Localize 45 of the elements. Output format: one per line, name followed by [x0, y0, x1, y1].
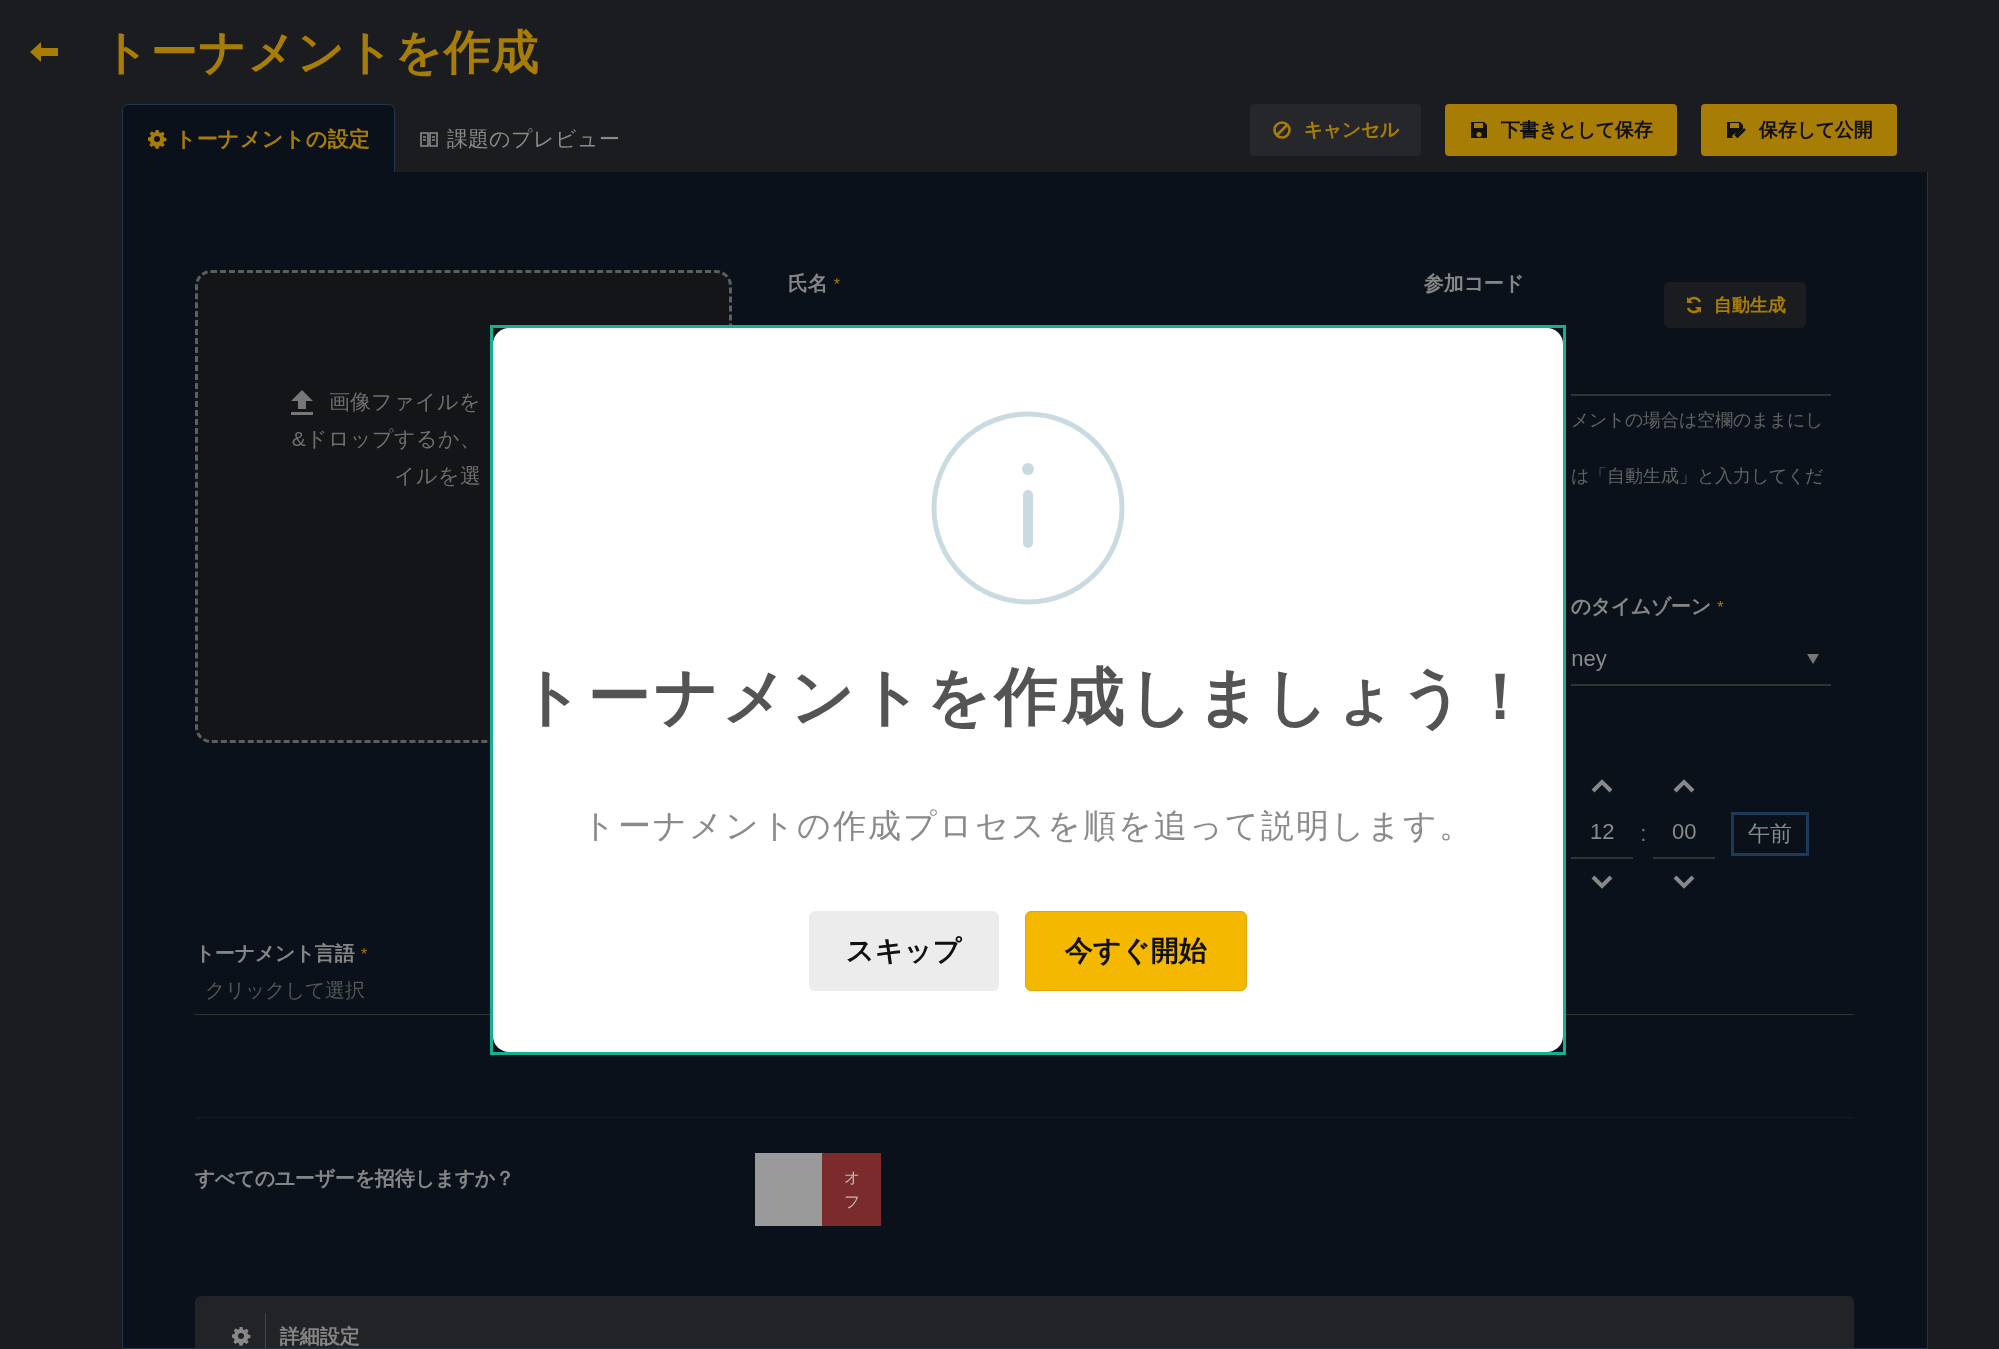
- required-mark: *: [833, 276, 840, 293]
- field-label: 氏名: [787, 272, 828, 294]
- gear-icon: [147, 128, 167, 149]
- required-mark: *: [1717, 599, 1724, 616]
- back-arrow-icon[interactable]: [30, 40, 58, 64]
- save-button[interactable]: 保存して公開: [1701, 104, 1897, 156]
- upload-hint: イルを選: [393, 463, 481, 489]
- field-label: すべてのユーザーを招待しますか？: [195, 1166, 516, 1191]
- cancel-button[interactable]: キャンセル: [1250, 104, 1421, 156]
- tab[interactable]: トーナメントの設定: [122, 104, 395, 172]
- dropdown-arrow-icon: [1807, 654, 1820, 664]
- field-label: のタイムゾーン: [1571, 595, 1712, 617]
- upload-hint: 画像ファイルを: [328, 389, 481, 415]
- help-text: は「自動生成」と入力してくだ: [1571, 465, 1825, 488]
- info-icon: [930, 410, 1126, 606]
- field-label: トーナメント言語: [195, 942, 355, 964]
- required-mark: *: [361, 946, 368, 963]
- chevron-down-icon[interactable]: [1591, 875, 1614, 889]
- chevron-up-icon[interactable]: [1591, 779, 1614, 793]
- upload-icon: [288, 388, 315, 415]
- dialog-message: トーナメントの作成プロセスを順を追って説明します。: [582, 806, 1474, 846]
- tab[interactable]: 課題のプレビュー: [395, 106, 644, 172]
- time-separator: :: [1640, 821, 1647, 847]
- ban-icon: [1272, 120, 1292, 140]
- section-title: 詳細設定: [280, 1323, 360, 1348]
- upload-hint: &ドロップするか、: [291, 426, 481, 452]
- auto-generate-button[interactable]: 自動生成: [1664, 282, 1806, 328]
- chevron-up-icon[interactable]: [1673, 779, 1696, 793]
- timezone-select[interactable]: ney: [1571, 634, 1832, 686]
- hour-field[interactable]: 12: [1571, 809, 1634, 859]
- page-title: トーナメントを作成: [102, 23, 540, 80]
- start-button[interactable]: 今すぐ開始: [1025, 911, 1247, 991]
- book-icon: [419, 129, 439, 149]
- gear-icon: [231, 1326, 251, 1346]
- refresh-icon: [1684, 295, 1704, 315]
- period-button[interactable]: 午前: [1731, 812, 1810, 856]
- chevron-down-icon[interactable]: [1673, 875, 1696, 889]
- save-button[interactable]: 下書きとして保存: [1445, 104, 1677, 156]
- floppy-check-icon: [1725, 120, 1747, 140]
- minute-field[interactable]: 00: [1653, 809, 1716, 859]
- advanced-settings-bar[interactable]: 詳細設定: [195, 1296, 1854, 1348]
- skip-button[interactable]: スキップ: [809, 911, 999, 991]
- help-text: メントの場合は空欄のままにし: [1571, 409, 1825, 432]
- field-label: 参加コード: [1424, 271, 1525, 296]
- floppy-icon: [1469, 120, 1489, 140]
